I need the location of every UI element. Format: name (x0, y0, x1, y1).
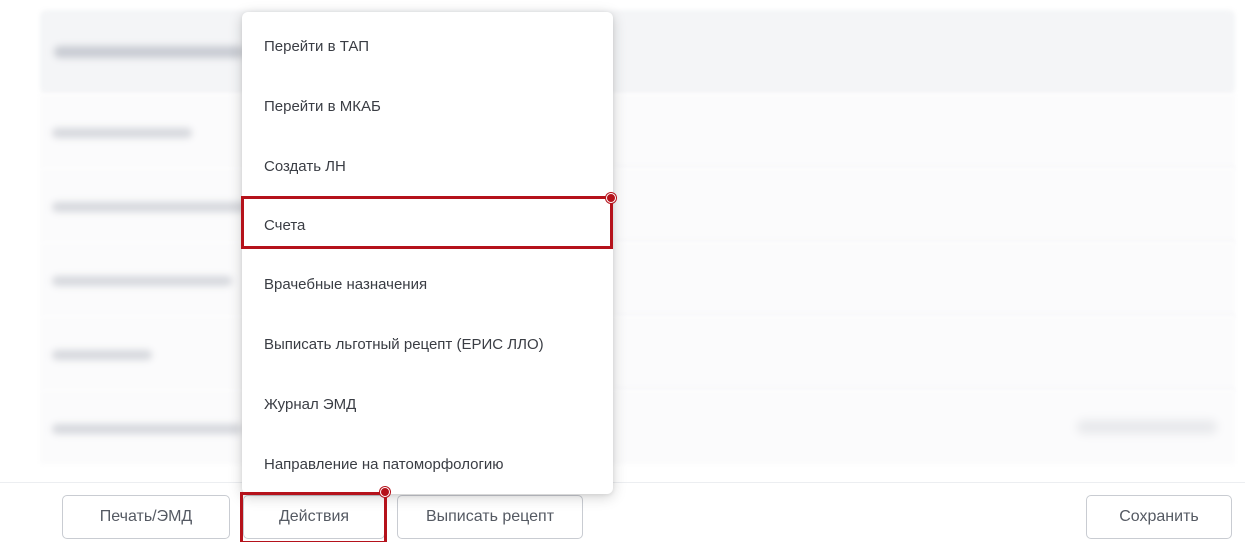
menu-item-emd-journal[interactable]: Журнал ЭМД (242, 379, 613, 429)
menu-item-preferential-recipe[interactable]: Выписать льготный рецепт (ЕРИС ЛЛО) (242, 319, 613, 369)
actions-dropdown-menu: Перейти в ТАП Перейти в МКАБ Создать ЛН … (242, 12, 613, 494)
blurred-form-row (40, 94, 1235, 168)
actions-button[interactable]: Действия (243, 495, 385, 539)
blurred-form-row (40, 242, 1235, 316)
blurred-form-header (40, 10, 1235, 94)
menu-item-create-ln[interactable]: Создать ЛН (242, 141, 613, 191)
menu-item-go-to-tap[interactable]: Перейти в ТАП (242, 21, 613, 71)
blurred-form-row (40, 168, 1235, 242)
blurred-form-row (40, 316, 1235, 390)
background-form (0, 0, 1245, 482)
menu-item-go-to-mkab[interactable]: Перейти в МКАБ (242, 81, 613, 131)
blurred-form-row (40, 390, 1235, 464)
save-button[interactable]: Сохранить (1086, 495, 1232, 539)
bottom-toolbar: Печать/ЭМД Действия Выписать рецепт Сохр… (0, 482, 1245, 542)
menu-item-pathomorphology-referral[interactable]: Направление на патоморфологию (242, 439, 613, 489)
annotation-marker-dot (380, 487, 390, 497)
print-emd-button[interactable]: Печать/ЭМД (62, 495, 230, 539)
annotation-marker-dot (606, 193, 616, 203)
menu-item-invoices[interactable]: Счета (242, 200, 613, 250)
write-recipe-button[interactable]: Выписать рецепт (397, 495, 583, 539)
menu-item-medical-prescriptions[interactable]: Врачебные назначения (242, 259, 613, 309)
